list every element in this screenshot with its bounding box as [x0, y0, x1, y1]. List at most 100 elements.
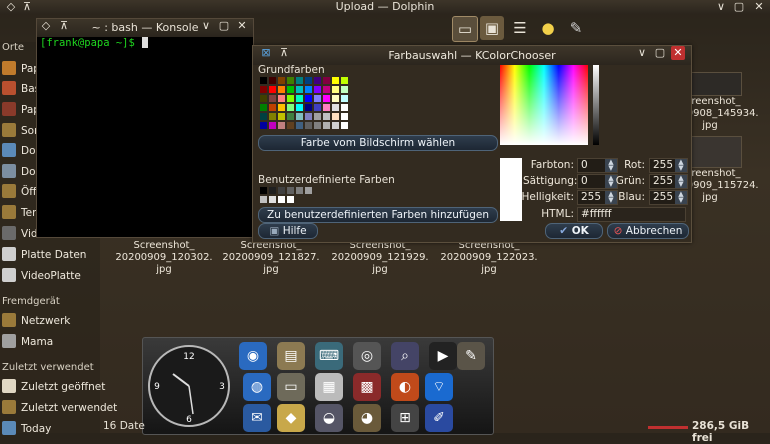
close-icon[interactable]: ✕: [671, 46, 685, 60]
globe-icon[interactable]: ◍: [243, 373, 271, 401]
color-swatch[interactable]: [260, 77, 267, 84]
menu-icon[interactable]: ☰: [508, 16, 532, 40]
file-label[interactable]: Screenshot_ 20200909_121827. jpg: [215, 240, 327, 276]
tools-icon[interactable]: ✎: [457, 342, 485, 370]
color-swatch[interactable]: [314, 104, 321, 111]
value-slider[interactable]: [593, 65, 599, 145]
color-swatch[interactable]: [296, 104, 303, 111]
place-item[interactable]: Platte Daten: [2, 246, 86, 264]
search-icon[interactable]: ⌕: [391, 342, 419, 370]
spin-arrows-icon[interactable]: ▲ ▼: [675, 175, 687, 188]
custom-color-swatch[interactable]: [278, 196, 285, 203]
maximize-icon[interactable]: ▢: [217, 19, 231, 33]
color-swatch[interactable]: [314, 113, 321, 120]
paint-icon[interactable]: ✐: [425, 404, 453, 432]
color-swatch[interactable]: [287, 122, 294, 129]
color-swatch[interactable]: [287, 77, 294, 84]
minimize-icon[interactable]: ∨: [714, 0, 728, 14]
custom-color-swatch[interactable]: [260, 196, 267, 203]
disk-icon[interactable]: ◒: [315, 404, 343, 432]
color-swatch[interactable]: [278, 122, 285, 129]
color-swatch[interactable]: [269, 113, 276, 120]
color-swatch[interactable]: [278, 113, 285, 120]
color-swatch[interactable]: [278, 86, 285, 93]
file-thumbnail[interactable]: [690, 136, 742, 168]
media-player-icon[interactable]: ▩: [353, 373, 381, 401]
brightness-spinbox[interactable]: 255 ▲ ▼: [577, 190, 618, 205]
color-swatch[interactable]: [332, 113, 339, 120]
color-swatch[interactable]: [287, 95, 294, 102]
add-custom-colors-button[interactable]: Zu benutzerdefinierten Farben hinzufügen: [258, 207, 498, 223]
color-swatch[interactable]: [305, 86, 312, 93]
hue-saturation-field[interactable]: [500, 65, 588, 145]
custom-color-swatch[interactable]: [305, 187, 312, 194]
color-swatch[interactable]: [278, 77, 285, 84]
custom-color-swatch[interactable]: [287, 187, 294, 194]
color-swatch[interactable]: [305, 77, 312, 84]
file-label[interactable]: Screenshot_ 20200909_120302. jpg: [108, 240, 220, 276]
color-swatch[interactable]: [305, 113, 312, 120]
color-swatch[interactable]: [341, 122, 348, 129]
video-editor-icon[interactable]: ▶: [429, 342, 457, 370]
color-swatch[interactable]: [260, 104, 267, 111]
keep-above-icon[interactable]: ⊼: [57, 19, 71, 33]
custom-color-swatch[interactable]: [287, 196, 294, 203]
image-viewer-icon[interactable]: ▣: [480, 16, 504, 40]
notes-icon[interactable]: ◆: [277, 404, 305, 432]
typewriter-icon[interactable]: ⌨: [315, 342, 343, 370]
color-swatch[interactable]: [269, 122, 276, 129]
color-swatch[interactable]: [260, 86, 267, 93]
color-swatch[interactable]: [269, 104, 276, 111]
color-swatch[interactable]: [296, 86, 303, 93]
color-swatch[interactable]: [269, 95, 276, 102]
color-swatch[interactable]: [314, 77, 321, 84]
color-swatch[interactable]: [323, 104, 330, 111]
color-swatch[interactable]: [296, 122, 303, 129]
document-viewer-icon[interactable]: ▤: [277, 342, 305, 370]
color-swatch[interactable]: [332, 86, 339, 93]
color-swatch[interactable]: [323, 113, 330, 120]
color-swatch[interactable]: [332, 122, 339, 129]
recent-item[interactable]: Today: [2, 420, 51, 438]
calculator-icon[interactable]: ▦: [315, 373, 343, 401]
close-icon[interactable]: ✕: [235, 19, 249, 33]
color-swatch[interactable]: [260, 113, 267, 120]
custom-color-swatch[interactable]: [269, 196, 276, 203]
blue-spinbox[interactable]: 255 ▲ ▼: [649, 190, 688, 205]
ok-button[interactable]: ✔ OK: [545, 223, 603, 239]
color-swatch[interactable]: [278, 95, 285, 102]
window-menu-icon[interactable]: ◇: [39, 19, 53, 33]
color-swatch[interactable]: [341, 77, 348, 84]
color-swatch[interactable]: [341, 113, 348, 120]
green-spinbox[interactable]: 255 ▲ ▼: [649, 174, 688, 189]
wifi-icon[interactable]: ⌔: [425, 373, 453, 401]
place-item[interactable]: VideoPlatte: [2, 267, 81, 285]
color-swatch[interactable]: [269, 86, 276, 93]
help-button[interactable]: ▣ Hilfe: [258, 223, 318, 239]
color-swatch[interactable]: [305, 104, 312, 111]
color-swatch[interactable]: [341, 95, 348, 102]
color-swatch[interactable]: [332, 77, 339, 84]
custom-color-swatch[interactable]: [278, 187, 285, 194]
preview-icon[interactable]: ▭: [452, 16, 478, 42]
red-spinbox[interactable]: 255 ▲ ▼: [649, 158, 688, 173]
file-label[interactable]: Screenshot_ 20200909_122023. jpg: [433, 240, 545, 276]
file-label[interactable]: Screenshot_ 20200909_121929. jpg: [324, 240, 436, 276]
minimize-icon[interactable]: ∨: [199, 19, 213, 33]
file-thumbnail[interactable]: [690, 72, 742, 96]
keep-above-icon[interactable]: ⊼: [20, 0, 34, 14]
color-swatch[interactable]: [332, 95, 339, 102]
monitor-icon[interactable]: ▭: [277, 373, 305, 401]
spin-arrows-icon[interactable]: ▲ ▼: [675, 191, 687, 204]
color-swatch[interactable]: [341, 104, 348, 111]
gimp-icon[interactable]: ◕: [353, 404, 381, 432]
color-swatch[interactable]: [341, 86, 348, 93]
thunderbird-icon[interactable]: ✉: [243, 404, 271, 432]
color-swatch[interactable]: [323, 122, 330, 129]
html-color-input[interactable]: #ffffff: [577, 207, 686, 222]
color-swatch[interactable]: [314, 122, 321, 129]
camera-icon[interactable]: ◎: [353, 342, 381, 370]
burner-icon[interactable]: ◐: [391, 373, 419, 401]
color-swatch[interactable]: [323, 77, 330, 84]
color-swatch[interactable]: [287, 104, 294, 111]
